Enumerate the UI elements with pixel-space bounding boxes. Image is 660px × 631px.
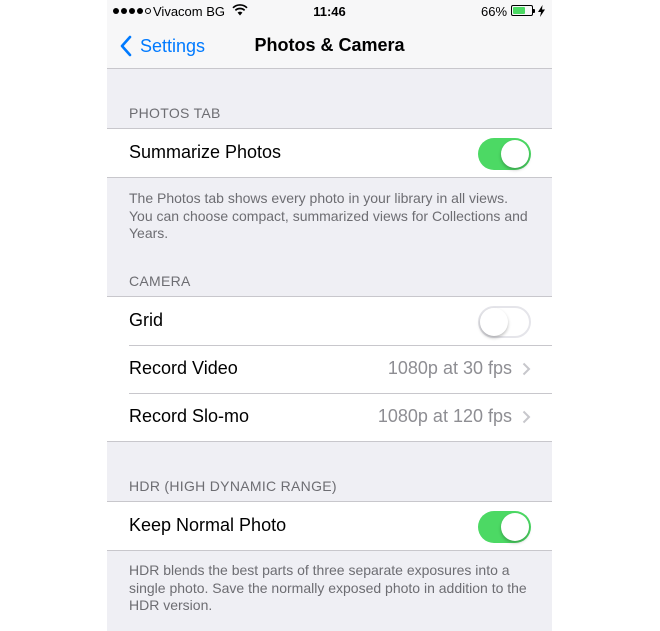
record-video-label: Record Video: [129, 358, 238, 378]
battery-fill: [513, 7, 525, 14]
row-record-slomo[interactable]: Record Slo-mo 1080p at 120 fps: [107, 393, 552, 441]
row-keep-normal-photo: Keep Normal Photo: [107, 502, 552, 550]
top-bar: Vivacom BG 11:46 66% Settings Photos & C…: [107, 0, 552, 69]
group-hdr: Keep Normal Photo: [107, 501, 552, 551]
grid-label: Grid: [129, 310, 164, 330]
section-header-photos-tab: PHOTOS TAB: [129, 105, 221, 121]
group-camera: Grid Record Video 1080p at 30 fps Record…: [107, 296, 552, 442]
summarize-photos-toggle[interactable]: [478, 138, 531, 170]
page-title: Photos & Camera: [254, 35, 405, 55]
row-summarize-photos: Summarize Photos: [107, 129, 552, 177]
keep-normal-photo-toggle[interactable]: [478, 511, 531, 543]
keep-normal-photo-label: Keep Normal Photo: [129, 515, 287, 535]
record-slomo-value: 1080p at 120 fps: [377, 406, 512, 426]
chevron-right-icon: [522, 410, 531, 424]
group-photos-tab: Summarize Photos: [107, 128, 552, 178]
record-slomo-label: Record Slo-mo: [129, 406, 250, 426]
battery-percent: 66%: [481, 4, 508, 19]
charging-bolt-icon: [538, 5, 545, 17]
status-bar: Vivacom BG 11:46 66%: [107, 0, 552, 22]
hdr-footer: HDR blends the best parts of three separ…: [129, 562, 527, 613]
battery-icon: [511, 5, 535, 16]
section-header-camera: CAMERA: [129, 273, 191, 289]
settings-screen: Vivacom BG 11:46 66% Settings Photos & C…: [107, 0, 552, 631]
summarize-photos-label: Summarize Photos: [129, 142, 282, 162]
row-record-video[interactable]: Record Video 1080p at 30 fps: [107, 345, 552, 393]
section-header-hdr: HDR (HIGH DYNAMIC RANGE): [129, 478, 337, 494]
row-grid: Grid: [107, 297, 552, 345]
photos-tab-footer: The Photos tab shows every photo in your…: [129, 190, 528, 241]
grid-toggle[interactable]: [478, 306, 531, 338]
chevron-right-icon: [522, 362, 531, 376]
record-video-value: 1080p at 30 fps: [387, 358, 512, 378]
